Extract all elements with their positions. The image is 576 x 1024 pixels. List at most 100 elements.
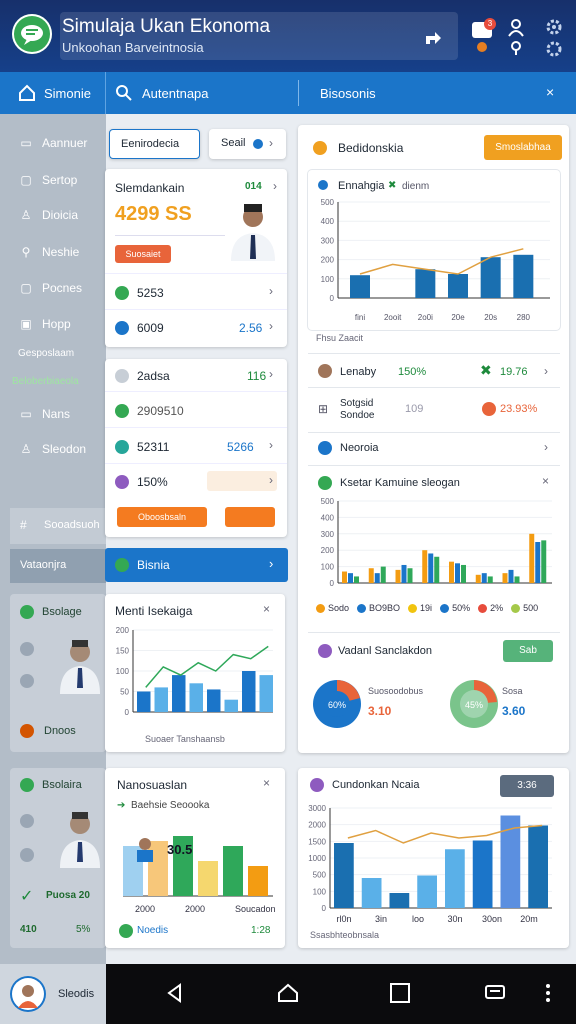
y-tick-label: 1000	[308, 854, 326, 863]
chart-icon	[318, 180, 328, 190]
share-icon[interactable]	[422, 26, 444, 48]
users-icon: ♙	[20, 442, 32, 456]
chart-card-3: Menti Isekaiga × 0 50 100 150 200 Suoaer Tan…	[105, 594, 285, 752]
bar	[334, 843, 354, 908]
y-tick-label: 3000	[308, 804, 326, 813]
warning-icon	[20, 724, 34, 738]
y-tick-label: 200	[321, 256, 335, 265]
monitor-icon: ▭	[20, 407, 32, 421]
primary-button[interactable]: Oboosbsaln	[117, 507, 207, 527]
nav-right-label[interactable]: Bisosonis	[320, 86, 376, 101]
chart-card-4: Nanosuaslan × ➔ Baehsie Seoooka 30.5 2000…	[105, 768, 285, 948]
chart-5-button[interactable]: 3:36	[500, 775, 554, 797]
location-icon[interactable]	[508, 40, 524, 56]
tab-secondary[interactable]: Seail ›	[209, 129, 286, 159]
legend-label: 2%	[490, 603, 504, 613]
bar	[475, 574, 481, 583]
x-tick-label: 30on	[482, 914, 502, 924]
layers-icon: ⊞	[318, 402, 329, 416]
home-icon[interactable]	[18, 84, 36, 102]
y-tick-label: 300	[321, 530, 335, 539]
chart-title: Cundonkan Ncaia	[332, 779, 420, 791]
x-tick-label: 2ooit	[384, 313, 402, 322]
nav-home-label[interactable]: Simonie	[44, 86, 91, 101]
x-tick-label: 20s	[484, 313, 497, 322]
legend-label: 50%	[452, 603, 471, 613]
arrow-icon: ➔	[117, 800, 126, 811]
circle-icon	[115, 369, 129, 383]
legend-swatch	[440, 604, 450, 614]
more-icon[interactable]	[545, 983, 551, 1003]
card-title: Slemdankain	[115, 181, 185, 195]
y-tick-label: 0	[330, 579, 335, 588]
window-icon[interactable]	[484, 983, 506, 1003]
chat-icon: ▢	[20, 173, 32, 187]
person-icon	[137, 850, 153, 862]
settings-icon[interactable]	[545, 40, 563, 58]
help-icon	[310, 778, 324, 792]
profile-card-1: Bsolage Dnoos	[10, 594, 106, 752]
bar	[361, 878, 382, 908]
sidebar-item-nans[interactable]: ▭ Nans	[18, 407, 70, 421]
close-icon[interactable]: ×	[542, 474, 549, 488]
tab-primary[interactable]: Eenirodecia	[109, 129, 200, 159]
chart-3-plot: 0 50 100 150 200	[116, 626, 273, 717]
bar	[445, 849, 465, 908]
gear-icon[interactable]	[545, 18, 563, 36]
bar	[395, 569, 401, 583]
bar	[455, 563, 460, 583]
status-icon	[482, 402, 496, 416]
chat-icon	[21, 25, 43, 45]
nav-close-button[interactable]: ×	[546, 84, 554, 100]
sidebar-item-neshie[interactable]: ⚲ Neshie	[18, 245, 80, 259]
sidebar-item-gesposlaam[interactable]: Gesposlaam	[18, 348, 74, 359]
sidebar-active-item[interactable]: # Sooadsuoh	[10, 508, 106, 544]
nav-divider	[105, 72, 106, 114]
row-label: 5253	[137, 286, 164, 300]
search-icon[interactable]	[115, 84, 133, 102]
sidebar-item-sertop[interactable]: ▢ Sertop	[18, 173, 77, 187]
user-icon: ♙	[20, 208, 32, 222]
grid-icon: #	[20, 518, 27, 532]
sidebar-item-dioicia[interactable]: ♙ Dioicia	[18, 208, 78, 222]
sidebar-section[interactable]: Vataonjra	[10, 549, 106, 583]
nav-search-label[interactable]: Autentnapa	[142, 86, 209, 101]
x-tick-label: 20e	[451, 313, 465, 322]
bar	[415, 269, 436, 298]
bar	[242, 671, 256, 712]
app-subtitle: Unkoohan Barveintnosia	[62, 40, 204, 55]
sidebar-item-aannuer[interactable]: ▭ Aannuer	[18, 136, 87, 150]
person-icon	[231, 204, 275, 261]
action-button[interactable]: Suosaiet	[115, 245, 171, 263]
status-icon	[119, 924, 133, 938]
y-tick-label: 0	[322, 904, 327, 913]
section-title: Vadanl Sanclakdon	[338, 645, 432, 657]
bar	[401, 564, 407, 583]
sidebar-item-pocnes[interactable]: ▢ Pocnes	[18, 281, 82, 295]
business-banner[interactable]: Bisnia ›	[105, 548, 288, 582]
avatar	[12, 978, 44, 1010]
bar	[513, 254, 534, 298]
y-tick-label: 100	[321, 275, 335, 284]
app-logo	[12, 14, 52, 54]
secondary-button[interactable]	[225, 507, 275, 527]
home-icon[interactable]	[277, 982, 299, 1004]
recents-icon[interactable]	[390, 983, 410, 1003]
bottom-profile[interactable]: Sleodis	[0, 964, 106, 1024]
close-icon[interactable]: ×	[263, 776, 270, 790]
stats-card: 2adsa 116 › 2909510 52311 5266 › 150% › …	[105, 359, 287, 537]
svg-text:60%: 60%	[328, 700, 346, 710]
pie-action-button[interactable]: Sab	[503, 640, 553, 662]
panel-action-button[interactable]: Smoslabhaa	[484, 135, 562, 160]
back-icon[interactable]	[164, 982, 186, 1004]
chart-1-plot: 0 100 200 300 400 500 fini 2ooit 2o0i 20e 20s 280	[321, 198, 550, 322]
user-icon[interactable]	[506, 18, 526, 38]
close-icon[interactable]: ×	[263, 602, 270, 616]
sidebar-item-sleodon[interactable]: ♙ Sleodon	[18, 442, 86, 456]
x-tick-label: 3in	[375, 914, 387, 924]
legend-item: BO9BO	[357, 603, 400, 614]
person-icon	[60, 812, 100, 868]
globe-icon	[115, 558, 129, 572]
sidebar-item-highlight[interactable]: Beloberbiaeola	[12, 376, 79, 387]
sidebar-item-hopp[interactable]: ▣ Hopp	[18, 317, 70, 331]
